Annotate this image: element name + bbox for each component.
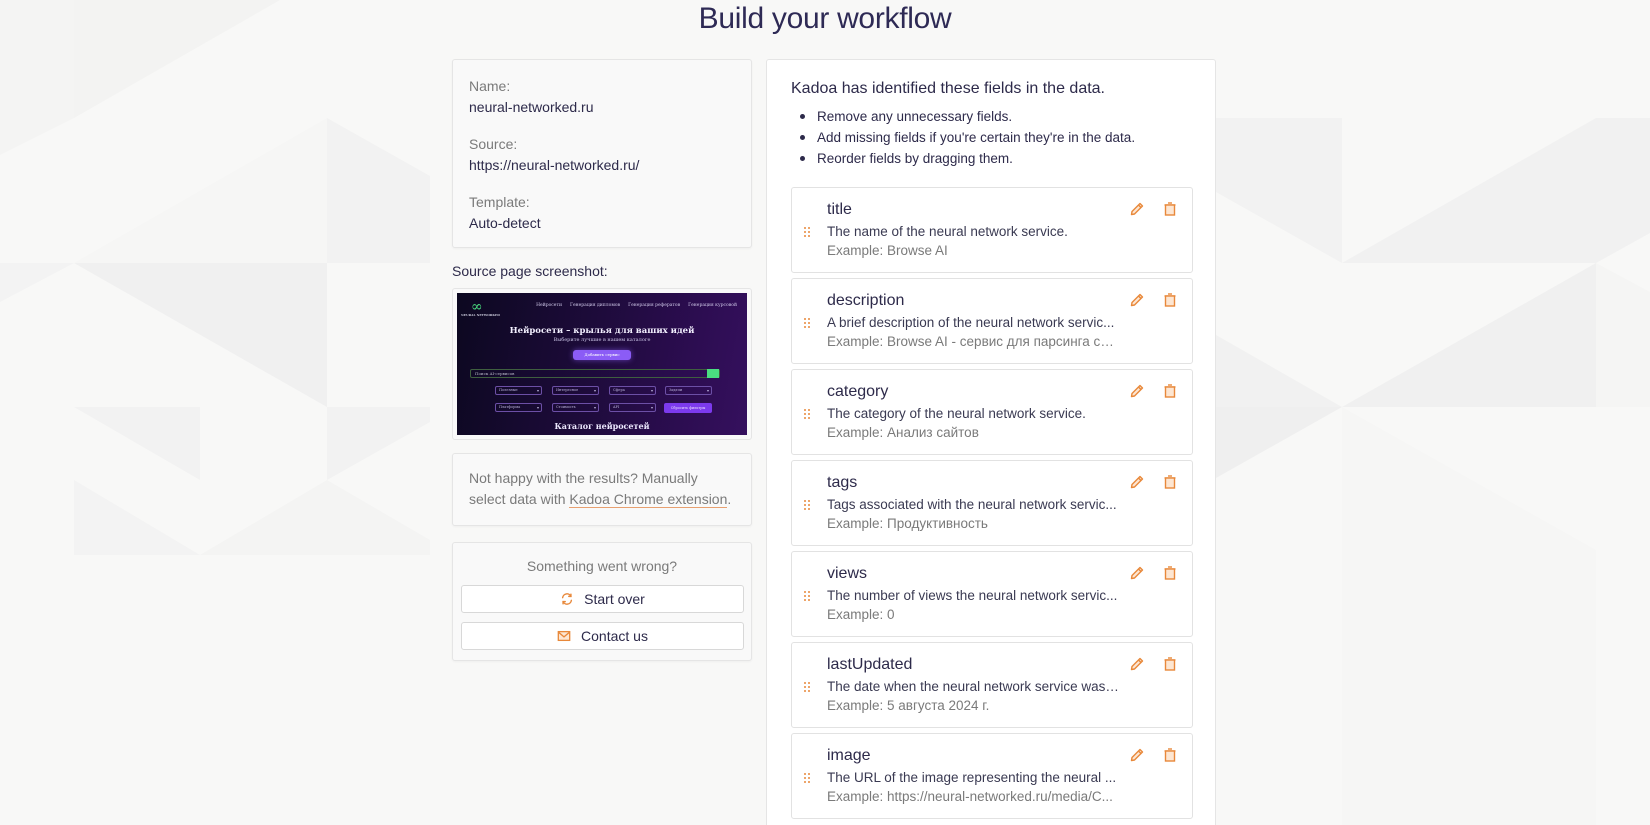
site-filter: Стоимость	[552, 403, 599, 412]
contact-us-label: Contact us	[581, 628, 648, 644]
start-over-button[interactable]: Start over	[461, 585, 744, 613]
workflow-info-card: Name: neural-networked.ru Source: https:…	[452, 59, 752, 248]
pencil-icon[interactable]	[1129, 565, 1145, 581]
fields-intro: Kadoa has identified these fields in the…	[791, 80, 1105, 97]
something-went-wrong-title: Something went wrong?	[526, 558, 678, 574]
site-nav-item: Генерация рефератов	[628, 303, 681, 308]
name-value: neural-networked.ru	[469, 99, 594, 115]
drag-handle-icon[interactable]	[803, 407, 811, 419]
site-nav: Нейросети Генерация дипломов Генерация р…	[536, 303, 737, 308]
site-filter: Задачи	[665, 386, 712, 395]
source-value: https://neural-networked.ru/	[469, 157, 640, 173]
site-logo-text: NEURAL NETWORKED	[461, 313, 500, 317]
field-item-image[interactable]: image The URL of the image representing …	[791, 733, 1193, 819]
tip-item: Reorder fields by dragging them.	[791, 148, 1191, 169]
site-reset-filters: Сбросить фильтры	[664, 403, 712, 413]
site-nav-item: Генерация курсовой	[688, 303, 737, 308]
template-value: Auto-detect	[469, 215, 541, 231]
field-description: The URL of the image representing the ne…	[827, 770, 1117, 785]
tip-item: Add missing fields if you're certain the…	[791, 127, 1191, 148]
page-title: Build your workflow	[698, 2, 952, 35]
field-description: The number of views the neural network s…	[827, 588, 1118, 603]
field-list: title The name of the neural network ser…	[791, 187, 1193, 819]
field-item-title[interactable]: title The name of the neural network ser…	[791, 187, 1193, 273]
trash-icon[interactable]	[1162, 292, 1178, 308]
field-item-tags[interactable]: tags Tags associated with the neural net…	[791, 460, 1193, 546]
chrome-extension-link[interactable]: Kadoa Chrome extension	[569, 491, 728, 508]
site-catalog-title: Каталог нейросетей	[554, 421, 650, 431]
template-label: Template:	[469, 194, 530, 210]
field-example: Example: Анализ сайтов	[827, 425, 979, 440]
source-label: Source:	[469, 136, 518, 152]
refresh-icon	[560, 592, 574, 606]
workflow-page: Build your workflow Name: neural-network…	[0, 0, 1650, 825]
pencil-icon[interactable]	[1129, 474, 1145, 490]
field-example: Example: Browse AI - сервис для парсинга…	[827, 334, 1119, 349]
site-search-placeholder: Поиск AI-сервисов	[475, 371, 515, 376]
field-item-description[interactable]: description A brief description of the n…	[791, 278, 1193, 364]
drag-handle-icon[interactable]	[803, 498, 811, 510]
start-over-label: Start over	[584, 591, 645, 607]
field-description: A brief description of the neural networ…	[827, 315, 1115, 330]
site-cta: Добавить сервис	[573, 350, 631, 360]
field-example: Example: 5 августа 2024 г.	[827, 698, 990, 713]
help-text-end: .	[727, 491, 732, 507]
fields-tips: Remove any unnecessary fields. Add missi…	[791, 106, 1191, 169]
field-item-category[interactable]: category The category of the neural netw…	[791, 369, 1193, 455]
field-description: The name of the neural network service.	[827, 224, 1068, 239]
mail-icon	[557, 629, 571, 643]
field-item-lastUpdated[interactable]: lastUpdated The date when the neural net…	[791, 642, 1193, 728]
field-description: The date when the neural network service…	[827, 679, 1119, 694]
trash-icon[interactable]	[1162, 565, 1178, 581]
screenshot-thumbnail: ∞ NEURAL NETWORKED Нейросети Генерация д…	[457, 293, 747, 435]
pencil-icon[interactable]	[1129, 383, 1145, 399]
field-example: Example: 0	[827, 607, 895, 622]
field-example: Example: https://neural-networked.ru/med…	[827, 789, 1113, 804]
pencil-icon[interactable]	[1129, 747, 1145, 763]
trash-icon[interactable]	[1162, 383, 1178, 399]
site-subheadline: Выберите лучшие в нашем каталоге	[553, 337, 651, 343]
drag-handle-icon[interactable]	[803, 771, 811, 783]
field-example: Example: Продуктивность	[827, 516, 988, 531]
site-filter: Полезные	[495, 386, 542, 395]
drag-handle-icon[interactable]	[803, 680, 811, 692]
site-nav-item: Генерация дипломов	[569, 303, 621, 308]
drag-handle-icon[interactable]	[803, 589, 811, 601]
name-label: Name:	[469, 78, 511, 94]
site-filter: Платформа	[495, 403, 542, 412]
trash-icon[interactable]	[1162, 656, 1178, 672]
manual-select-help: Not happy with the results? Manually sel…	[452, 453, 752, 526]
site-filter: API	[609, 403, 656, 412]
site-search: Поиск AI-сервисов	[470, 369, 720, 378]
drag-handle-icon[interactable]	[803, 316, 811, 328]
source-screenshot[interactable]: ∞ NEURAL NETWORKED Нейросети Генерация д…	[452, 288, 752, 440]
pencil-icon[interactable]	[1129, 201, 1145, 217]
screenshot-label: Source page screenshot:	[452, 263, 608, 279]
site-headline: Нейросети – крылья для ваших идей	[509, 326, 695, 336]
site-search-icon	[707, 369, 719, 378]
contact-us-button[interactable]: Contact us	[461, 622, 744, 650]
pencil-icon[interactable]	[1129, 292, 1145, 308]
trash-icon[interactable]	[1162, 201, 1178, 217]
field-description: The category of the neural network servi…	[827, 406, 1086, 421]
site-nav-item: Нейросети	[536, 303, 562, 308]
field-item-views[interactable]: views The number of views the neural net…	[791, 551, 1193, 637]
pencil-icon[interactable]	[1129, 656, 1145, 672]
site-filter: Сфера	[609, 386, 656, 395]
tip-item: Remove any unnecessary fields.	[791, 106, 1191, 127]
field-description: Tags associated with the neural network …	[827, 497, 1117, 512]
field-example: Example: Browse AI	[827, 243, 948, 258]
drag-handle-icon[interactable]	[803, 225, 811, 237]
trash-icon[interactable]	[1162, 474, 1178, 490]
fields-panel: Kadoa has identified these fields in the…	[766, 59, 1216, 825]
site-filter: Интересное	[552, 386, 599, 395]
something-went-wrong-card: Something went wrong? Start over Contact…	[452, 542, 752, 661]
trash-icon[interactable]	[1162, 747, 1178, 763]
